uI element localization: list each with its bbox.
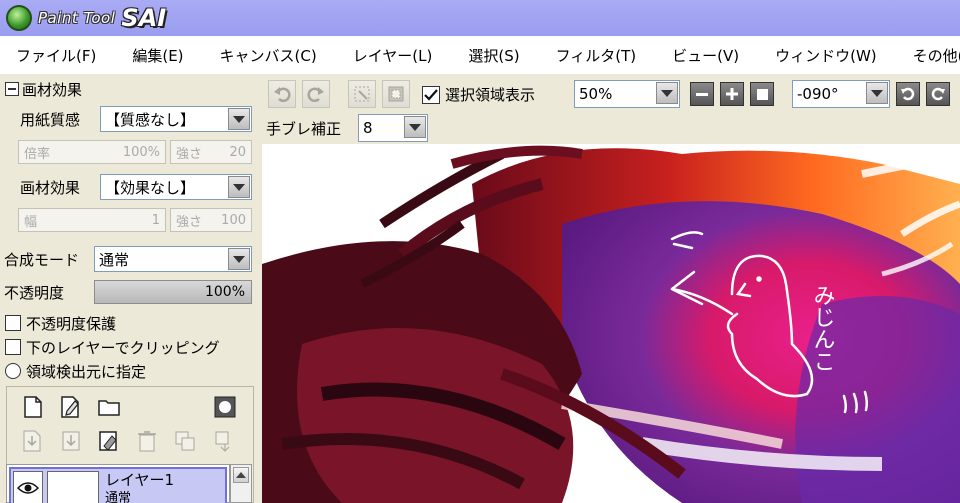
canvas-toolbar: 選択領域表示 50% -090° 手ブレ補正 8 (262, 74, 960, 144)
rotation-select[interactable]: -090° (792, 80, 890, 108)
chevron-down-icon[interactable] (228, 176, 250, 198)
layer-mask-icon[interactable] (213, 395, 237, 419)
blend-mode-select[interactable]: 通常 (94, 246, 252, 272)
deselect-icon[interactable] (348, 80, 376, 108)
rotate-left-icon[interactable] (896, 82, 920, 106)
merge-down-icon[interactable] (59, 429, 83, 453)
chevron-down-icon[interactable] (228, 108, 250, 130)
paper-strength-field: 強さ 20 (170, 140, 252, 164)
stabilizer-value: 8 (363, 119, 373, 137)
merge-visible-icon[interactable] (173, 429, 197, 453)
app-logo-big: SAI (121, 4, 167, 32)
transfer-down-icon[interactable] (21, 429, 45, 453)
stabilizer-select[interactable]: 8 (358, 114, 428, 142)
rotate-right-icon[interactable] (926, 82, 950, 106)
menu-select[interactable]: 選択(S) (468, 45, 519, 66)
brush-effect-value: 【効果なし】 (105, 178, 196, 197)
app-logo-small: Paint Tool (38, 9, 116, 27)
menu-layer[interactable]: レイヤー(L) (353, 45, 433, 66)
redo-icon[interactable] (302, 80, 330, 108)
selection-source-radio[interactable] (5, 363, 21, 379)
brush-effect-label: 画材効果 (20, 178, 81, 197)
layer-list[interactable]: レイヤー1 通常 (6, 464, 230, 503)
protect-opacity-checkbox[interactable] (5, 315, 21, 331)
menu-view[interactable]: ビュー(V) (672, 45, 739, 66)
show-selection-label: 選択領域表示 (445, 86, 536, 104)
menu-filter[interactable]: フィルタ(T) (556, 45, 637, 66)
layer-properties-panel: 画材効果 用紙質感 【質感なし】 倍率 100% 強さ 20 画材効果 【効果な… (0, 74, 262, 503)
clipping-checkbox[interactable] (5, 339, 21, 355)
section-title: 画材効果 (22, 80, 83, 99)
zoom-in-icon[interactable] (720, 82, 744, 106)
chevron-down-icon[interactable] (228, 248, 250, 270)
new-layer-icon[interactable] (21, 395, 45, 419)
paper-strength-label: 強さ (176, 146, 203, 162)
opacity-value: 100% (204, 284, 245, 300)
chevron-down-icon[interactable] (404, 116, 426, 138)
sai-logo-icon (6, 5, 32, 31)
clipping-label: 下のレイヤーでクリッピング (26, 338, 220, 357)
paper-scale-label: 倍率 (24, 146, 51, 162)
chevron-down-icon[interactable] (866, 82, 888, 104)
effect-strength-value: 100 (221, 212, 246, 228)
opacity-label: 不透明度 (4, 283, 65, 302)
invert-selection-icon[interactable] (382, 80, 410, 108)
protect-opacity-option[interactable]: 不透明度保護 (0, 312, 262, 334)
selection-source-option[interactable]: 領域検出元に指定 (0, 360, 262, 382)
effect-strength-label: 強さ (176, 214, 203, 230)
scroll-up-icon[interactable] (233, 467, 249, 483)
brush-effect-select[interactable]: 【効果なし】 (100, 174, 252, 200)
opacity-slider[interactable]: 100% (94, 280, 252, 304)
undo-icon[interactable] (268, 80, 296, 108)
layer-scrollbar[interactable] (230, 464, 252, 503)
selection-source-label: 領域検出元に指定 (26, 362, 147, 381)
effect-width-label: 幅 (24, 214, 38, 230)
menu-edit[interactable]: 編集(E) (132, 45, 183, 66)
checkmark-icon[interactable] (422, 85, 440, 104)
effect-strength-field: 強さ 100 (170, 208, 252, 232)
menu-file[interactable]: ファイル(F) (16, 45, 96, 66)
menu-bar: ファイル(F) 編集(E) キャンバス(C) レイヤー(L) 選択(S) フィル… (0, 36, 960, 74)
stabilizer-label: 手ブレ補正 (266, 120, 342, 138)
paper-strength-value: 20 (229, 144, 246, 160)
drawing-canvas[interactable]: みじんこ (262, 144, 960, 503)
section-header: 画材効果 (0, 78, 262, 100)
paper-scale-value: 100% (122, 144, 160, 160)
zoom-select[interactable]: 50% (574, 80, 680, 108)
clipping-option[interactable]: 下のレイヤーでクリッピング (0, 336, 262, 358)
chevron-down-icon[interactable] (656, 82, 678, 104)
paper-texture-select[interactable]: 【質感なし】 (100, 106, 252, 132)
blend-mode-value: 通常 (99, 250, 130, 269)
clear-layer-icon[interactable] (97, 429, 121, 453)
delete-layer-icon[interactable] (135, 429, 159, 453)
layer-row[interactable]: レイヤー1 通常 (9, 467, 227, 503)
zoom-value: 50% (579, 85, 613, 103)
layer-mode: 通常 (105, 491, 132, 503)
collapse-icon[interactable] (5, 82, 19, 96)
paper-scale-field: 倍率 100% (18, 140, 166, 164)
show-selection-option[interactable]: 選択領域表示 (422, 84, 535, 105)
blend-mode-label: 合成モード (4, 250, 80, 269)
flatten-icon[interactable] (213, 429, 237, 453)
new-folder-icon[interactable] (97, 395, 121, 419)
zoom-reset-icon[interactable] (750, 82, 774, 106)
paper-texture-label: 用紙質感 (20, 110, 81, 129)
effect-width-value: 1 (151, 212, 160, 228)
menu-other[interactable]: その他(O) (913, 45, 960, 66)
paper-texture-value: 【質感なし】 (105, 110, 196, 129)
handwritten-note: みじんこ (810, 284, 835, 372)
title-bar: Paint Tool SAI (0, 0, 960, 36)
layer-thumbnail (47, 471, 99, 503)
effect-width-field: 幅 1 (18, 208, 166, 232)
menu-window[interactable]: ウィンドウ(W) (775, 45, 877, 66)
visibility-eye-icon[interactable] (13, 471, 43, 503)
artwork: みじんこ (262, 144, 960, 503)
menu-canvas[interactable]: キャンバス(C) (220, 45, 317, 66)
protect-opacity-label: 不透明度保護 (26, 314, 117, 333)
new-linework-layer-icon[interactable] (59, 395, 83, 419)
zoom-out-icon[interactable] (690, 82, 714, 106)
rotation-value: -090° (797, 85, 839, 103)
